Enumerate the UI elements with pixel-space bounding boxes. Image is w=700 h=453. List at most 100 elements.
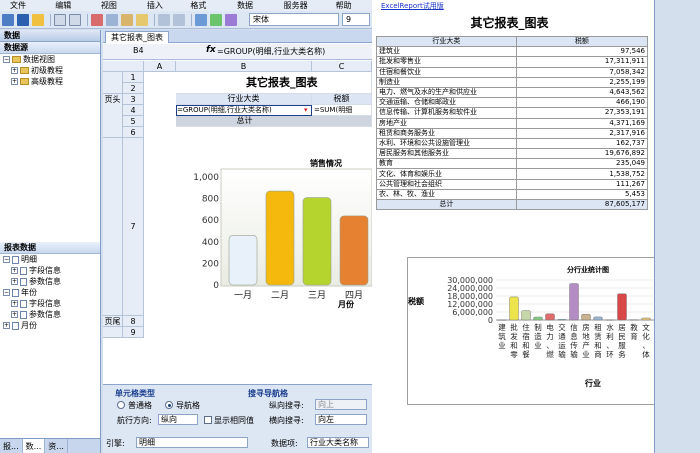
collapse-icon[interactable]: − <box>3 289 10 296</box>
tax-cell: 27,353,191 <box>515 107 649 119</box>
radio-nav-cell[interactable] <box>165 401 173 409</box>
tree-item-basic-tutorial[interactable]: + 初级教程 <box>0 65 100 76</box>
tree-item-param-info[interactable]: + 参数信息 <box>0 276 100 287</box>
band-label: 页头 <box>104 95 121 104</box>
menu-insert[interactable]: 插入(I) <box>137 0 167 21</box>
data-source-title[interactable]: 数据源 <box>0 42 100 54</box>
x-tick-label: 燃 <box>546 349 554 359</box>
table-row: 公共管理和社会组织 111,267 <box>376 178 649 190</box>
tab-resource[interactable]: 资... <box>45 439 68 453</box>
spreadsheet-grid[interactable]: A B C 页头 页尾 1 2 3 4 5 6 7 8 9 其它报表_图表 行业… <box>103 61 372 348</box>
menu-data[interactable]: 数据(D) <box>227 0 260 21</box>
menu-edit[interactable]: 编辑(E) <box>45 0 77 21</box>
tree-item-year[interactable]: − 年份 <box>0 287 100 298</box>
tab-report[interactable]: 报... <box>0 439 23 453</box>
header-tax-cell[interactable]: 税额 <box>312 94 372 105</box>
data-icon[interactable] <box>195 13 207 26</box>
expand-icon[interactable]: + <box>11 311 18 318</box>
font-size-select[interactable]: 9 <box>342 13 370 26</box>
expand-icon[interactable]: + <box>3 322 10 329</box>
cut-icon[interactable] <box>91 13 103 26</box>
quote-select[interactable]: 明细 <box>136 437 248 448</box>
row-header[interactable]: 3 <box>123 94 144 105</box>
direction-label: 航行方向: <box>117 416 152 425</box>
vertical-search-select[interactable]: 向上 <box>315 399 367 410</box>
new-icon[interactable] <box>2 13 14 26</box>
corner-cell[interactable] <box>103 61 144 72</box>
tab-data[interactable]: 数... <box>22 439 46 453</box>
tree-item-param-info[interactable]: + 参数信息 <box>0 309 100 320</box>
row-header[interactable]: 1 <box>123 72 144 83</box>
column-header-c[interactable]: C <box>312 61 372 72</box>
tree-item-detail[interactable]: − 明细 <box>0 254 100 265</box>
cell-reference[interactable]: B4 <box>133 46 144 55</box>
sum-formula-cell[interactable]: =SUM(明细 <box>312 105 372 116</box>
table-row: 文化、体育和娱乐业 1,538,752 <box>376 168 649 180</box>
collapse-icon[interactable]: − <box>3 56 10 63</box>
undo-icon[interactable] <box>158 13 170 26</box>
save-icon[interactable] <box>17 13 29 26</box>
menu-help[interactable]: 帮助(H) <box>326 0 358 21</box>
collapse-icon[interactable]: − <box>3 256 10 263</box>
report-title-cell[interactable]: 其它报表_图表 <box>176 72 372 94</box>
table-header-row: 行业大类 税额 <box>376 35 649 48</box>
menu-format[interactable]: 格式(O) <box>180 0 213 21</box>
tree-item-month[interactable]: + 月份 <box>0 320 100 331</box>
show-same-checkbox[interactable] <box>204 416 212 424</box>
print-icon[interactable] <box>54 13 66 26</box>
menu-file[interactable]: 文件(F) <box>0 0 31 21</box>
radio-normal-label: 普通格 <box>128 401 152 410</box>
redo-icon[interactable] <box>173 13 185 26</box>
expand-icon[interactable]: + <box>11 267 18 274</box>
field-icon <box>20 299 27 308</box>
row-header[interactable]: 8 <box>123 316 144 327</box>
tree-item-data-view[interactable]: − 数据视图 <box>0 54 100 65</box>
column-header-a[interactable]: A <box>144 61 176 72</box>
selected-formula-cell[interactable]: =GROUP(明细,行业大类名称) <box>176 105 312 116</box>
font-select[interactable]: 宋体 <box>249 13 339 26</box>
formula-input[interactable]: =GROUP(明细,行业大类名称) <box>217 46 325 57</box>
row-header[interactable]: 9 <box>123 327 144 338</box>
copy-icon[interactable] <box>106 13 118 26</box>
table-row: 房地产业 4,371,169 <box>376 117 649 129</box>
row-header[interactable]: 7 <box>123 138 144 316</box>
data-item-select[interactable]: 行业大类名称 <box>307 437 369 448</box>
tree-item-field-info[interactable]: + 字段信息 <box>0 298 100 309</box>
band-header[interactable]: 页头 <box>103 94 123 138</box>
chart-icon[interactable] <box>210 13 222 26</box>
row-header[interactable]: 2 <box>123 83 144 94</box>
total-cell[interactable]: 总计 <box>176 116 372 127</box>
open-icon[interactable] <box>32 13 44 26</box>
row-header[interactable]: 6 <box>123 127 144 138</box>
radio-normal-cell[interactable] <box>117 401 125 409</box>
row-header[interactable]: 5 <box>123 116 144 127</box>
preview-icon[interactable] <box>69 13 81 26</box>
expand-icon[interactable]: + <box>11 67 18 74</box>
properties-panel: 单元格类型 普通格 导航格 航行方向: 纵向 显示相同值 搜寻导航格 纵向搜寻:… <box>103 384 372 453</box>
menu-server[interactable]: 服务器(S) <box>274 0 312 21</box>
trial-version-link[interactable]: ExcelReport试用版 <box>381 1 444 11</box>
insert-icon[interactable] <box>225 13 237 26</box>
horizontal-search-select[interactable]: 向左 <box>315 414 367 425</box>
design-chart[interactable]: 销售情况 1,000 800 600 400 200 0 一月 二月 三月 四月 月份 <box>176 139 372 315</box>
industry-chart-ylabel: 税额 <box>408 296 424 306</box>
tree-item-field-info[interactable]: + 字段信息 <box>0 265 100 276</box>
tax-cell: 111,267 <box>515 178 649 190</box>
format-painter-icon[interactable] <box>136 13 148 26</box>
paste-icon[interactable] <box>121 13 133 26</box>
band-footer[interactable]: 页尾 <box>103 316 123 327</box>
expand-icon[interactable]: + <box>11 78 18 85</box>
menu-view[interactable]: 视图(V) <box>91 0 123 21</box>
left-bottom-tabs: 报... 数... 资... <box>0 438 100 453</box>
table-row: 批发和零售业 17,311,911 <box>376 56 649 68</box>
expand-icon[interactable]: + <box>11 300 18 307</box>
report-data-title[interactable]: 报表数据 <box>0 242 100 254</box>
expand-icon[interactable]: + <box>11 278 18 285</box>
row-header[interactable]: 4 <box>123 105 144 116</box>
column-header-b[interactable]: B <box>176 61 312 72</box>
direction-select[interactable]: 纵向 <box>158 414 198 425</box>
tree-item-advanced-tutorial[interactable]: + 高级教程 <box>0 76 100 87</box>
x-tick-label: 和 <box>510 341 518 350</box>
document-tab[interactable]: 其它报表_图表 <box>105 31 169 43</box>
header-industry-cell[interactable]: 行业大类 <box>176 94 312 105</box>
